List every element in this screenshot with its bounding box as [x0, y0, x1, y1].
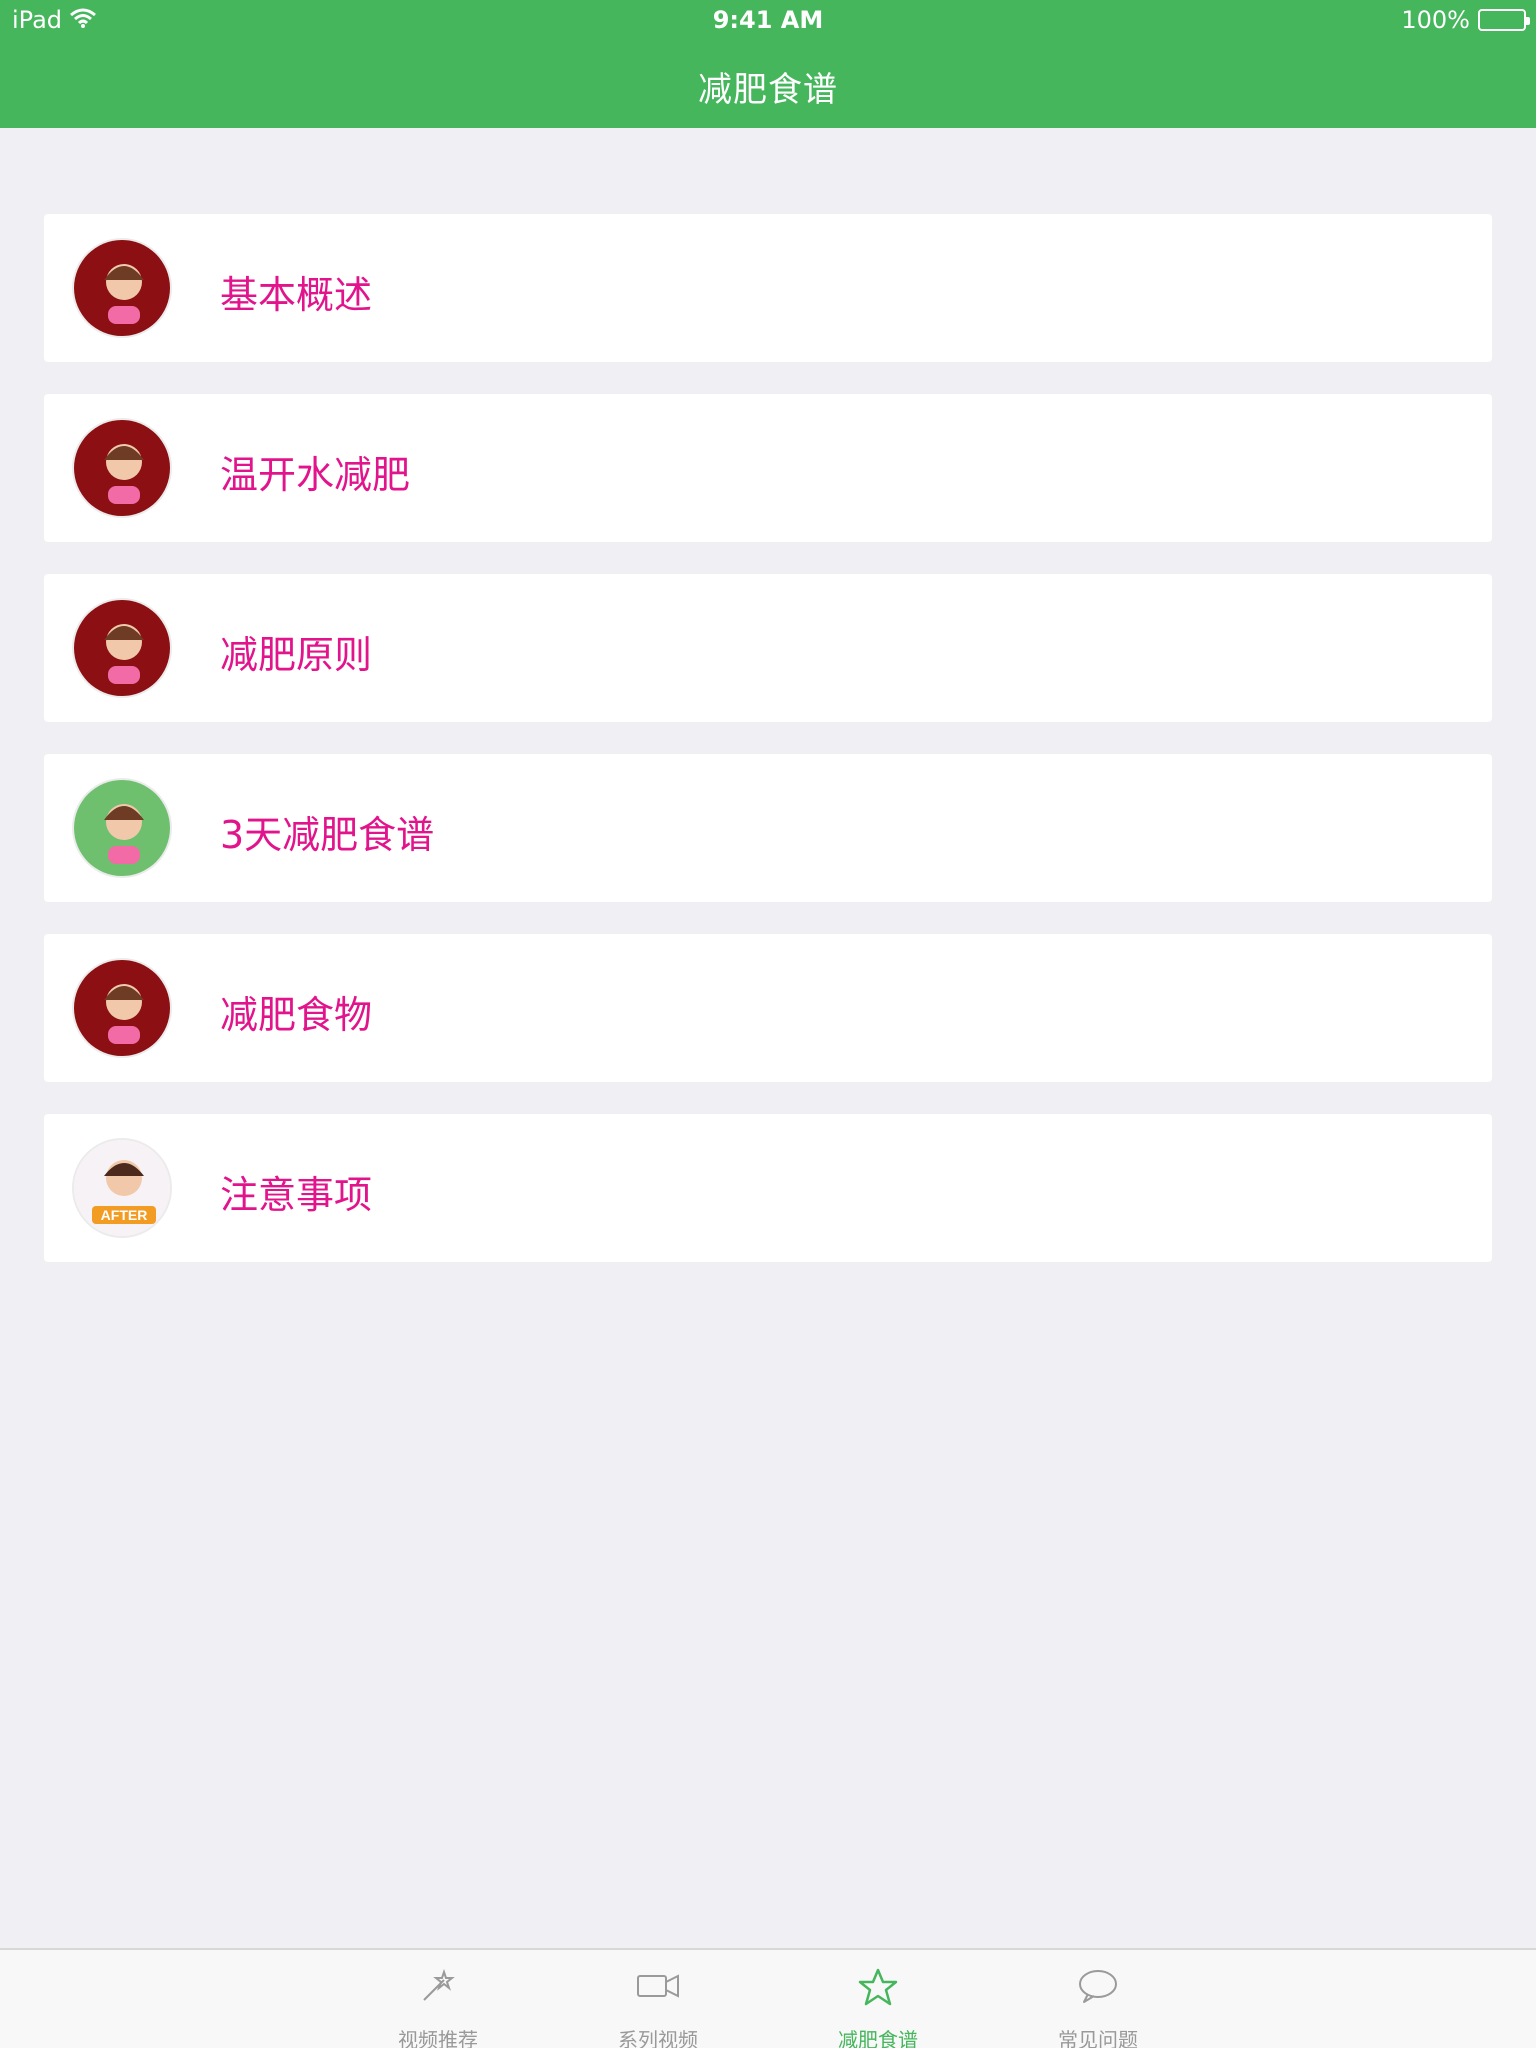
- navigation-bar: iPad 9:41 AM 100% 减肥食谱: [0, 0, 1536, 128]
- list-item-label: 减肥食物: [220, 993, 373, 1037]
- status-bar: iPad 9:41 AM 100%: [0, 0, 1536, 40]
- tab-label: 减肥食谱: [838, 2028, 918, 2048]
- tab-label: 视频推荐: [398, 2028, 478, 2048]
- chat-bubble-icon: [1018, 1966, 1178, 2010]
- list-item-notes[interactable]: AFTER 注意事项: [44, 1114, 1492, 1262]
- battery-icon: [1478, 9, 1530, 31]
- tab-faq[interactable]: 常见问题: [1018, 1966, 1178, 2048]
- svg-text:AFTER: AFTER: [101, 1207, 148, 1223]
- list-item-label: 注意事项: [220, 1173, 373, 1217]
- status-time: 9:41 AM: [712, 6, 824, 34]
- video-camera-icon: [578, 1966, 738, 2010]
- avatar: [72, 598, 172, 698]
- battery-percentage: 100%: [1401, 6, 1470, 34]
- list-item-label: 减肥原则: [220, 633, 373, 677]
- status-right: 100%: [1401, 6, 1530, 34]
- avatar: [72, 238, 172, 338]
- avatar: [72, 778, 172, 878]
- avatar: [72, 418, 172, 518]
- list-item-overview[interactable]: 基本概述: [44, 214, 1492, 362]
- tab-bar: 视频推荐 系列视频 减肥食谱 常见问题: [0, 1948, 1536, 2048]
- list-item-principles[interactable]: 减肥原则: [44, 574, 1492, 722]
- tab-diet-recipes[interactable]: 减肥食谱: [798, 1966, 958, 2048]
- list-item-label: 基本概述: [220, 273, 373, 317]
- tab-label: 常见问题: [1058, 2028, 1138, 2048]
- list-item-3day-plan[interactable]: 3天减肥食谱: [44, 754, 1492, 902]
- page-title: 减肥食谱: [698, 70, 838, 110]
- magic-wand-icon: [358, 1966, 518, 2010]
- avatar: AFTER: [72, 1138, 172, 1238]
- tab-label: 系列视频: [618, 2028, 698, 2048]
- avatar: [72, 958, 172, 1058]
- tab-series-video[interactable]: 系列视频: [578, 1966, 738, 2048]
- tab-video-recommend[interactable]: 视频推荐: [358, 1966, 518, 2048]
- list-item-label: 温开水减肥: [220, 453, 411, 497]
- star-icon: [798, 1966, 958, 2010]
- menu-list: 基本概述 温开水减肥 减肥原则 3天减肥食谱 减肥食物 AFTER 注意事项: [44, 214, 1492, 1294]
- list-item-warm-water[interactable]: 温开水减肥: [44, 394, 1492, 542]
- list-item-label: 3天减肥食谱: [220, 813, 435, 857]
- list-item-foods[interactable]: 减肥食物: [44, 934, 1492, 1082]
